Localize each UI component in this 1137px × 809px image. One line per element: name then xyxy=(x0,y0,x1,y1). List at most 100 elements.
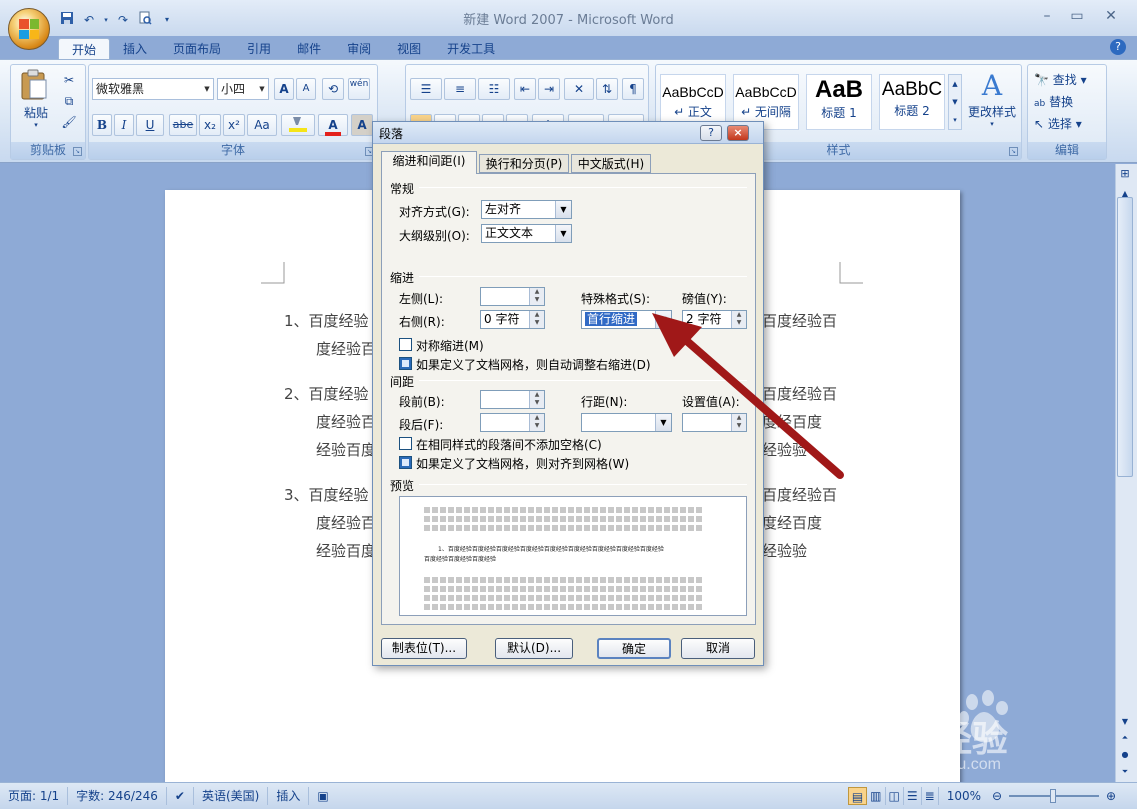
previous-page-icon[interactable]: ⏶ xyxy=(1118,732,1132,744)
outline-view-icon[interactable]: ☰ xyxy=(904,787,922,805)
alignment-select[interactable]: 左对齐 ▼ xyxy=(481,200,572,219)
subscript-button[interactable]: x₂ xyxy=(199,114,221,136)
zoom-slider[interactable] xyxy=(1009,789,1099,803)
set-default-button[interactable]: 默认(D)... xyxy=(495,638,573,659)
cancel-button[interactable]: 取消 xyxy=(681,638,755,659)
tabs-button[interactable]: 制表位(T)... xyxy=(381,638,467,659)
tab-page-layout[interactable]: 页面布局 xyxy=(160,38,234,60)
paste-button[interactable]: 粘贴 ▾ xyxy=(19,69,53,129)
italic-button[interactable]: I xyxy=(114,114,134,136)
preview-sample-line: 1、百度经验百度经验百度经验百度经验百度经验百度经验百度经验百度经验百度经验 xyxy=(438,546,664,553)
shrink-font-button[interactable]: A xyxy=(296,78,316,100)
maximize-icon[interactable]: ▭ xyxy=(1063,6,1091,26)
underline-button[interactable]: U xyxy=(136,114,164,136)
ok-button[interactable]: 确定 xyxy=(597,638,671,659)
style-heading-2[interactable]: AaBbC 标题 2 xyxy=(879,74,945,130)
phonetic-guide-button[interactable]: wén xyxy=(348,78,370,100)
space-before-spinner[interactable]: ▲ ▼ xyxy=(480,390,545,409)
sort-icon[interactable]: ⇅ xyxy=(596,78,618,100)
mirror-indent-checkbox[interactable] xyxy=(399,338,412,351)
styles-scroll[interactable]: ▲ ▼ ▾ xyxy=(948,74,962,130)
cut-icon[interactable]: ✂ xyxy=(59,69,79,91)
snap-grid-checkbox[interactable] xyxy=(399,456,412,469)
minimize-icon[interactable]: – xyxy=(1033,6,1061,26)
right-indent-spinner[interactable]: 0 字符 ▲ ▼ xyxy=(480,310,545,329)
tab-review[interactable]: 审阅 xyxy=(334,38,384,60)
clear-format-icon[interactable]: ⟲ xyxy=(322,78,344,100)
help-icon[interactable]: ? xyxy=(1110,39,1126,55)
bold-button[interactable]: B xyxy=(92,114,112,136)
style-heading-1[interactable]: AaB 标题 1 xyxy=(806,74,872,130)
tab-home[interactable]: 开始 xyxy=(58,38,111,60)
browse-object-icon[interactable]: ● xyxy=(1118,749,1132,761)
space-after-spinner[interactable]: ▲ ▼ xyxy=(480,413,545,432)
page-count[interactable]: 页面: 1/1 xyxy=(0,787,69,805)
spinner-arrows[interactable]: ▲ ▼ xyxy=(529,288,544,305)
no-space-checkbox[interactable] xyxy=(399,437,412,450)
next-page-icon[interactable]: ⏷ xyxy=(1118,766,1132,778)
strikethrough-button[interactable]: abe xyxy=(169,114,197,136)
format-painter-icon[interactable]: 🖌 xyxy=(59,111,79,133)
spinner-arrows[interactable]: ▲ ▼ xyxy=(529,311,544,328)
tab-references[interactable]: 引用 xyxy=(234,38,284,60)
office-button[interactable] xyxy=(8,8,50,50)
tab-developer[interactable]: 开发工具 xyxy=(434,38,508,60)
outline-level-select[interactable]: 正文文本 ▼ xyxy=(481,224,572,243)
ruler-toggle-icon[interactable]: ⊞ xyxy=(1118,168,1132,188)
divider xyxy=(419,187,747,188)
full-screen-reading-icon[interactable]: ▥ xyxy=(867,787,886,805)
scroll-down-icon[interactable]: ▼ xyxy=(1118,716,1132,728)
close-icon[interactable]: ✕ xyxy=(1097,6,1125,26)
spinner-arrows[interactable]: ▲ ▼ xyxy=(529,391,544,408)
zoom-slider-thumb[interactable] xyxy=(1050,789,1056,803)
tab-mailings[interactable]: 邮件 xyxy=(284,38,334,60)
dialog-launcher-icon[interactable]: ↘ xyxy=(1009,147,1018,156)
char-shading-button[interactable]: A xyxy=(351,114,373,136)
font-color-button[interactable]: A xyxy=(318,114,348,136)
bullets-icon[interactable]: ☰ xyxy=(410,78,442,100)
scroll-thumb[interactable] xyxy=(1117,197,1133,477)
spinner-arrows[interactable]: ▲ ▼ xyxy=(529,414,544,431)
multilevel-list-icon[interactable]: ☷ xyxy=(478,78,510,100)
dialog-close-button[interactable]: × xyxy=(727,125,749,141)
dialog-help-button[interactable]: ? xyxy=(700,125,722,141)
auto-adjust-checkbox[interactable] xyxy=(399,357,412,370)
tab-insert[interactable]: 插入 xyxy=(110,38,160,60)
web-layout-icon[interactable]: ◫ xyxy=(886,787,904,805)
chinese-layout-icon[interactable]: ✕ xyxy=(564,78,594,100)
print-layout-icon[interactable]: ▤ xyxy=(847,787,868,805)
numbering-icon[interactable]: ≡ xyxy=(444,78,476,100)
select-button[interactable]: ↖ 选择 ▾ xyxy=(1034,115,1082,132)
zoom-level[interactable]: 100% xyxy=(939,787,989,805)
draft-view-icon[interactable]: ≣ xyxy=(922,787,939,805)
show-marks-icon[interactable]: ¶ xyxy=(622,78,644,100)
superscript-button[interactable]: x² xyxy=(223,114,245,136)
insert-mode[interactable]: 插入 xyxy=(268,787,310,805)
change-case-button[interactable]: Aa xyxy=(247,114,277,136)
preview-next-paragraph xyxy=(424,577,704,583)
zoom-out-icon[interactable]: ⊖ xyxy=(989,789,1005,803)
decrease-indent-icon[interactable]: ⇤ xyxy=(514,78,536,100)
tab-asian-typography[interactable]: 中文版式(H) xyxy=(571,154,651,173)
font-size-combo[interactable]: 小四 ▼ xyxy=(217,78,269,100)
grow-font-button[interactable]: A xyxy=(274,78,294,100)
copy-icon[interactable]: ⧉ xyxy=(59,90,79,112)
replace-button[interactable]: ab 替换 xyxy=(1034,93,1073,110)
font-name-combo[interactable]: 微软雅黑 ▼ xyxy=(92,78,214,100)
zoom-in-icon[interactable]: ⊕ xyxy=(1103,789,1119,803)
tab-view[interactable]: 视图 xyxy=(384,38,434,60)
tab-indents-spacing[interactable]: 缩进和间距(I) xyxy=(381,151,477,174)
dialog-launcher-icon[interactable]: ↘ xyxy=(73,147,82,156)
change-styles-button[interactable]: A 更改样式 ▾ xyxy=(964,69,1020,139)
style-name: 标题 2 xyxy=(894,104,930,118)
tab-line-page-breaks[interactable]: 换行和分页(P) xyxy=(479,154,569,173)
highlight-button[interactable] xyxy=(281,114,315,136)
doc-line: 度经验百 xyxy=(316,514,377,532)
increase-indent-icon[interactable]: ⇥ xyxy=(538,78,560,100)
proofing-icon[interactable]: ✔ xyxy=(167,787,194,805)
word-count[interactable]: 字数: 246/246 xyxy=(68,787,167,805)
language-indicator[interactable]: 英语(美国) xyxy=(194,787,269,805)
left-indent-spinner[interactable]: ▲ ▼ xyxy=(480,287,545,306)
find-button[interactable]: 🔭 查找 ▾ xyxy=(1034,71,1087,88)
macro-record-icon[interactable]: ▣ xyxy=(309,787,336,805)
